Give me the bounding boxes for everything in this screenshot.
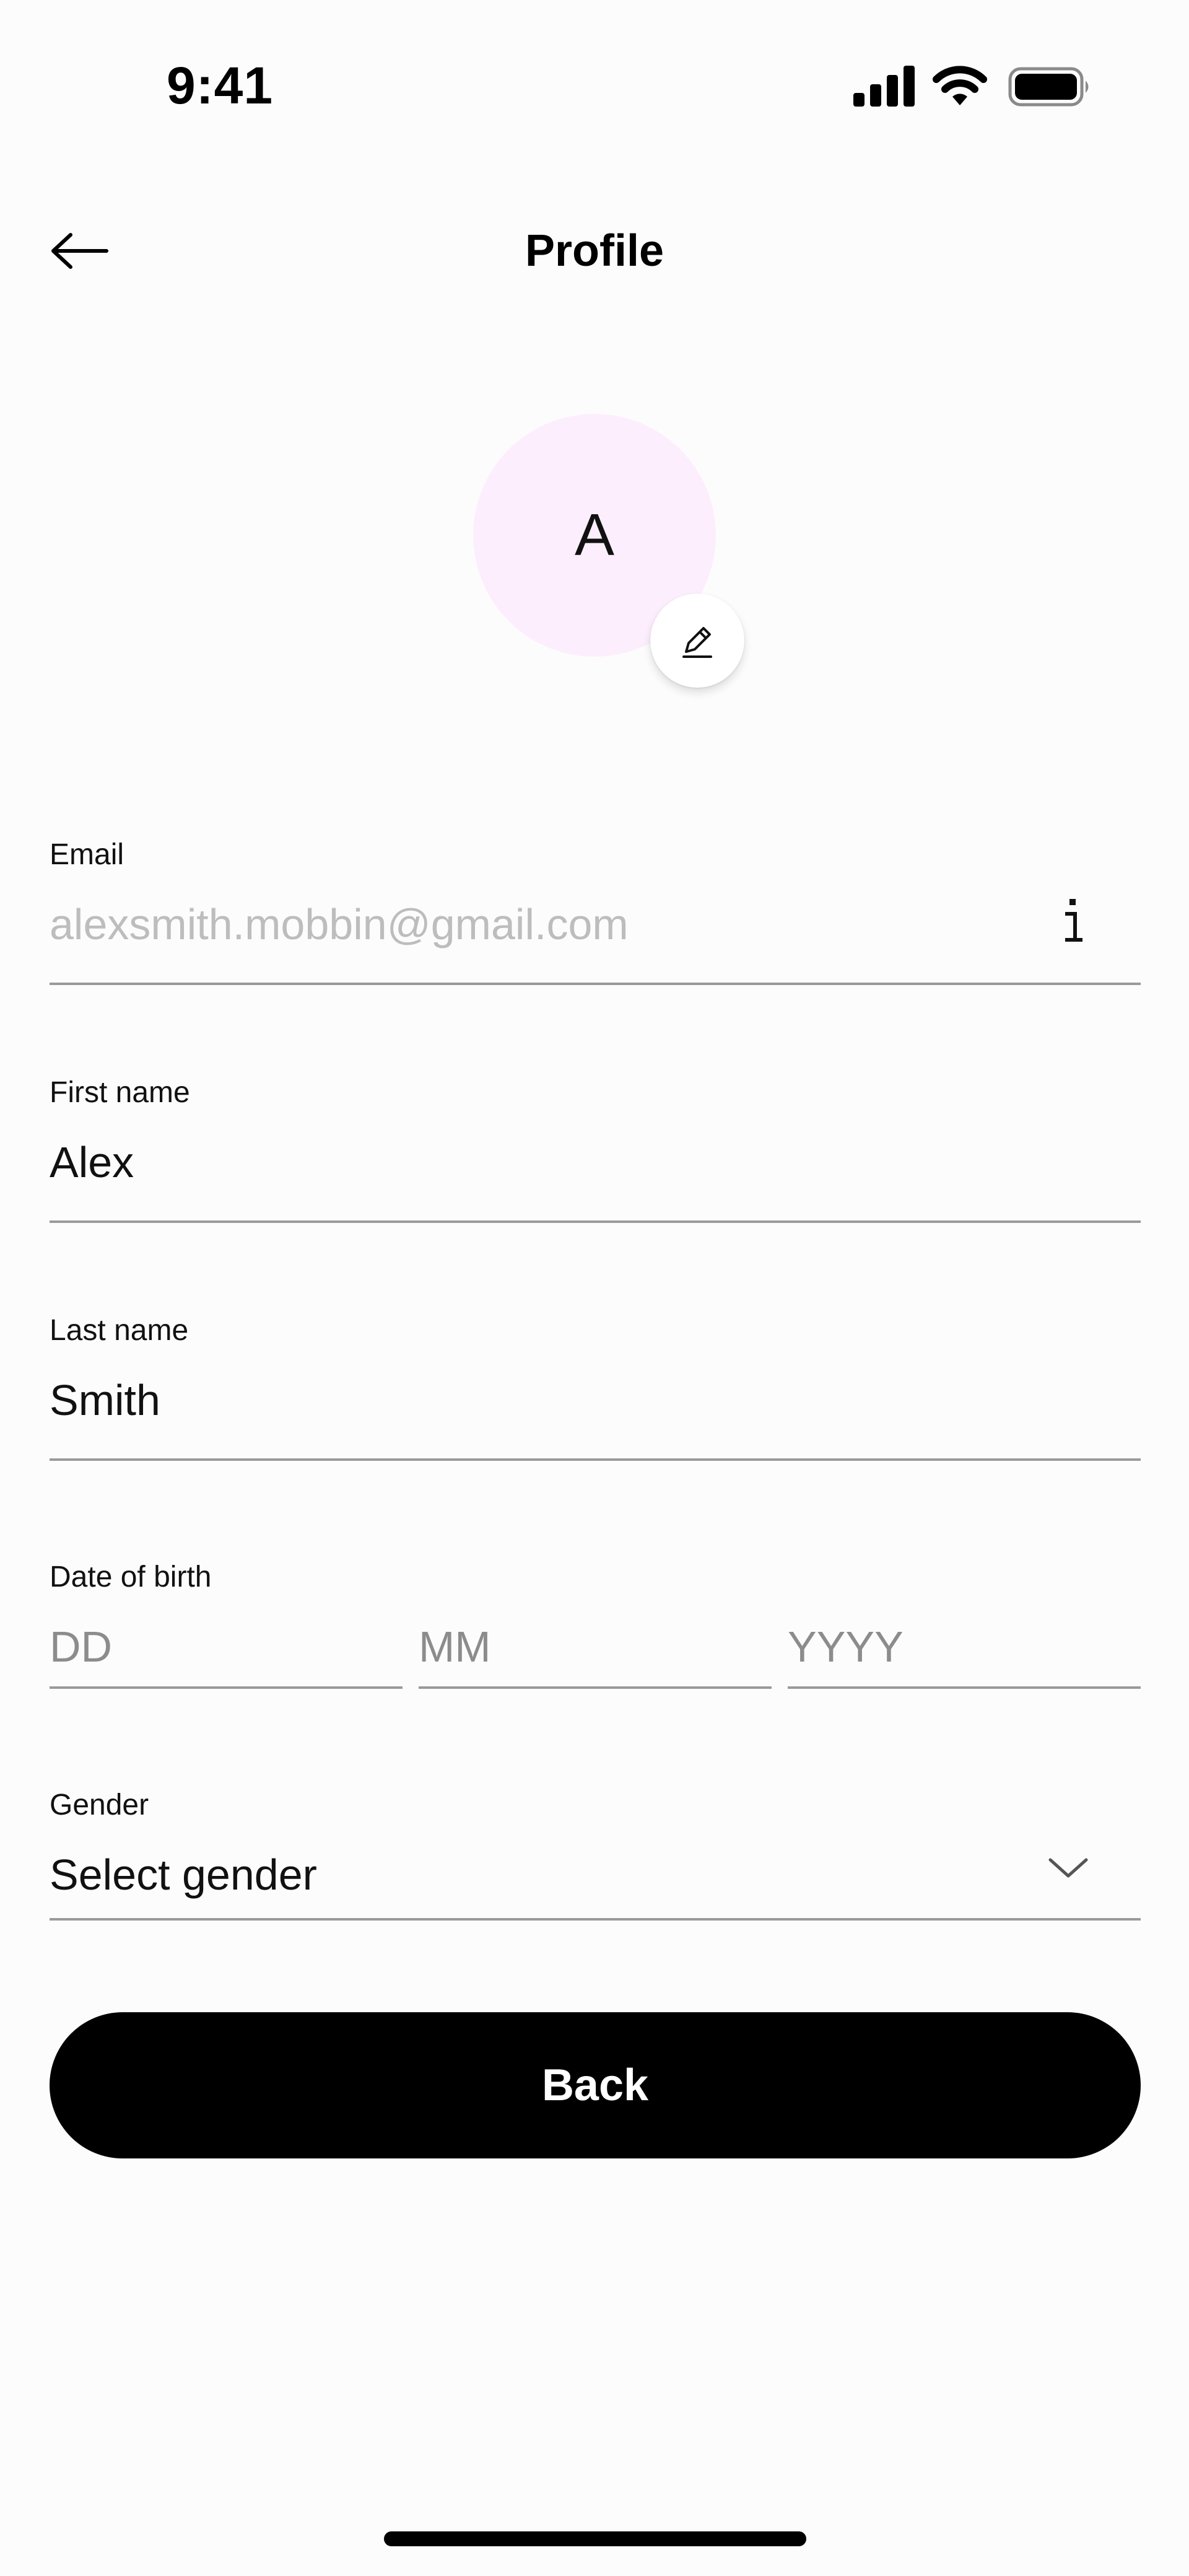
- email-field-group: Email alexsmith.mobbin@gmail.com: [50, 838, 1141, 986]
- date-of-birth-label: Date of birth: [50, 1561, 212, 1593]
- page-title: Profile: [525, 226, 664, 276]
- month-placeholder: MM: [419, 1623, 491, 1671]
- header: Profile: [0, 204, 1189, 297]
- wifi-icon: [933, 66, 987, 105]
- info-icon[interactable]: [1055, 892, 1090, 948]
- last-name-field-group[interactable]: Last name Smith: [50, 1313, 1141, 1462]
- signal-icon: [853, 66, 915, 107]
- gender-label: Gender: [50, 1789, 149, 1821]
- first-name-underline: [50, 1220, 1141, 1223]
- day-underline: [50, 1686, 403, 1689]
- pencil-icon: [682, 627, 712, 658]
- avatar-initial: A: [574, 502, 615, 568]
- battery-icon: [1008, 67, 1089, 107]
- home-indicator: [384, 2531, 806, 2546]
- profile-screen: 9:41 Profile A Email alexsmith.mobbin@gm…: [0, 0, 1189, 2576]
- gender-select[interactable]: Gender Select gender: [50, 1788, 1141, 1937]
- first-name-field-group[interactable]: First name Alex: [50, 1076, 1141, 1224]
- status-bar: 9:41: [0, 0, 1189, 149]
- chevron-down-icon: [1048, 1858, 1088, 1878]
- day-placeholder: DD: [50, 1623, 113, 1671]
- last-name-label: Last name: [50, 1314, 189, 1347]
- last-name-underline: [50, 1458, 1141, 1461]
- back-button[interactable]: Back: [50, 2012, 1141, 2158]
- year-placeholder: YYYY: [788, 1623, 904, 1671]
- year-underline: [788, 1686, 1141, 1689]
- email-label: Email: [50, 838, 124, 871]
- last-name-input[interactable]: Smith: [50, 1375, 160, 1425]
- first-name-input[interactable]: Alex: [50, 1137, 134, 1187]
- gender-selected-value: Select gender: [50, 1851, 317, 1899]
- email-underline: [50, 983, 1141, 985]
- gender-underline: [50, 1918, 1141, 1921]
- email-field: alexsmith.mobbin@gmail.com: [50, 900, 629, 948]
- first-name-label: First name: [50, 1076, 190, 1109]
- month-underline: [419, 1686, 772, 1689]
- status-time: 9:41: [166, 56, 274, 115]
- edit-avatar-button[interactable]: [650, 594, 744, 688]
- date-of-birth-field-group: Date of birth DD MM YYYY: [50, 1560, 1141, 1709]
